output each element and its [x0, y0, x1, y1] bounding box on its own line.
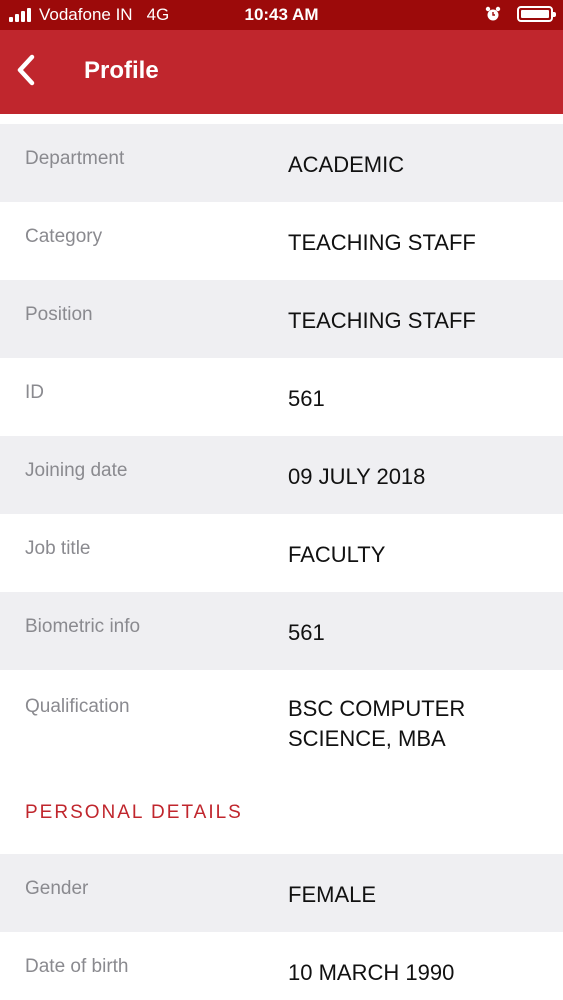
- detail-value: TEACHING STAFF: [288, 308, 476, 333]
- detail-label: Category: [25, 226, 103, 247]
- detail-label: Joining date: [25, 460, 128, 481]
- detail-value: 09 JULY 2018: [288, 464, 426, 489]
- detail-value: 10 MARCH 1990: [288, 960, 455, 985]
- battery-icon: [517, 6, 556, 22]
- personal-details-header: PERSONAL DETAILS: [0, 778, 563, 854]
- battery-fill: [521, 10, 549, 18]
- status-bar: Vodafone IN 4G 10:43 AM: [0, 0, 563, 30]
- nav-bar: Profile: [0, 30, 563, 114]
- detail-row-date-of-birth: Date of birth 10 MARCH 1990: [0, 932, 563, 1000]
- page-title: Profile: [84, 57, 159, 84]
- detail-row-position: Position TEACHING STAFF: [0, 280, 563, 358]
- detail-value: BSC COMPUTER SCIENCE, MBA: [288, 696, 466, 751]
- detail-value: TEACHING STAFF: [288, 230, 476, 255]
- detail-row-joining-date: Joining date 09 JULY 2018: [0, 436, 563, 514]
- detail-value: 561: [288, 620, 325, 645]
- detail-row-category: Category TEACHING STAFF: [0, 202, 563, 280]
- detail-value: FACULTY: [288, 542, 386, 567]
- chevron-left-icon: [17, 54, 35, 86]
- detail-label: Qualification: [25, 696, 130, 717]
- detail-row-department: Department ACADEMIC: [0, 124, 563, 202]
- status-time: 10:43 AM: [244, 5, 319, 24]
- detail-row-qualification: Qualification BSC COMPUTER SCIENCE, MBA: [0, 670, 563, 778]
- profile-content: Department ACADEMIC Category TEACHING ST…: [0, 114, 563, 1000]
- detail-label: Job title: [25, 538, 91, 559]
- detail-value: FEMALE: [288, 882, 377, 907]
- detail-value: 561: [288, 386, 325, 411]
- detail-label: ID: [25, 382, 44, 403]
- top-gap: [0, 114, 563, 124]
- detail-value: ACADEMIC: [288, 152, 405, 177]
- detail-row-gender: Gender FEMALE: [0, 854, 563, 932]
- detail-label: Department: [25, 148, 125, 169]
- detail-row-job-title: Job title FACULTY: [0, 514, 563, 592]
- battery-tip: [553, 12, 556, 17]
- section-title: PERSONAL DETAILS: [25, 802, 243, 823]
- detail-label: Date of birth: [25, 956, 129, 977]
- back-button[interactable]: [6, 50, 46, 90]
- alarm-icon: [485, 6, 501, 21]
- detail-row-id: ID 561: [0, 358, 563, 436]
- detail-label: Gender: [25, 878, 89, 899]
- detail-label: Biometric info: [25, 616, 141, 637]
- status-right: [485, 6, 556, 22]
- detail-label: Position: [25, 304, 93, 325]
- detail-row-biometric-info: Biometric info 561: [0, 592, 563, 670]
